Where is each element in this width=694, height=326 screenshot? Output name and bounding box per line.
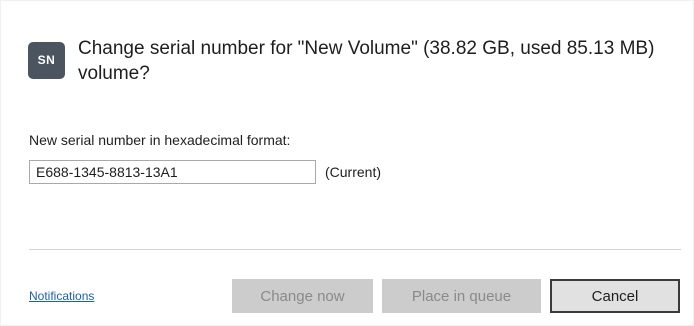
- notifications-link[interactable]: Notifications: [29, 289, 94, 303]
- serial-number-input[interactable]: [29, 160, 316, 184]
- place-in-queue-button[interactable]: Place in queue: [382, 279, 541, 313]
- current-indicator: (Current): [325, 164, 382, 180]
- serial-number-app-icon: SN: [28, 42, 65, 79]
- serial-field-label: New serial number in hexadecimal format:: [29, 132, 291, 148]
- footer-divider: [29, 249, 681, 250]
- change-serial-dialog: SN Change serial number for "New Volume"…: [0, 0, 694, 326]
- cancel-button[interactable]: Cancel: [550, 279, 680, 313]
- dialog-title: Change serial number for "New Volume" (3…: [78, 38, 655, 84]
- change-now-button[interactable]: Change now: [232, 279, 373, 313]
